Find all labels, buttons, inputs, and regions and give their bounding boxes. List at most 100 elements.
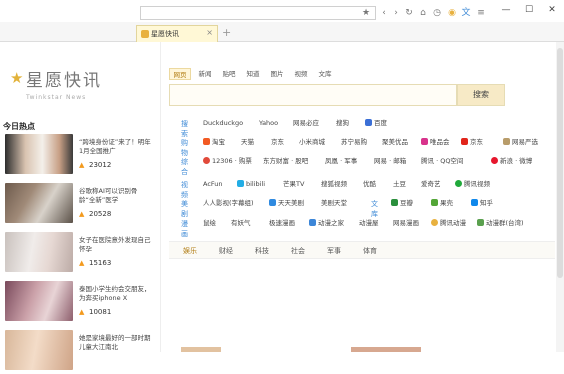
forward-icon[interactable]: › — [391, 8, 401, 18]
bookmark-star-icon[interactable]: ★ — [361, 8, 371, 18]
nav-link-vip[interactable]: 唯品会 — [421, 138, 450, 147]
tab-images[interactable]: 图片 — [267, 68, 287, 80]
tab-web[interactable]: 网页 — [169, 68, 191, 80]
nav-link-tencent-comic[interactable]: 腾讯动漫 — [431, 219, 466, 228]
extension-icon[interactable]: ◉ — [447, 8, 457, 18]
news-thumbnail[interactable] — [5, 330, 73, 370]
nav-link-yanxuan[interactable]: 网易严选 — [503, 138, 538, 147]
nav-link-guokr[interactable]: 果壳 — [431, 199, 453, 208]
search-button[interactable]: 搜索 — [457, 84, 505, 106]
nav-link[interactable]: 动漫屋 — [359, 219, 379, 228]
news-title[interactable]: 泰国小学生约会交朋友，为奔买iphone X — [79, 285, 153, 303]
nav-link[interactable]: Duckduckgo — [203, 119, 243, 128]
news-item[interactable]: 谷歌称AI可以识别骨龄“全新”医学 ▲ 20528 — [5, 183, 155, 227]
nav-link[interactable]: 网易漫画 — [393, 219, 419, 228]
back-icon[interactable]: ‹ — [379, 8, 389, 18]
nav-link[interactable]: 极速漫画 — [269, 219, 295, 228]
nav-link[interactable]: 网易 · 邮箱 — [374, 157, 406, 166]
nav-link-zhihu[interactable]: 知乎 — [471, 199, 493, 208]
content-image-strip[interactable] — [351, 347, 421, 352]
nav-link[interactable]: 美剧天堂 — [321, 199, 347, 208]
nav-link-dmzj[interactable]: 动漫之家 — [309, 219, 344, 228]
category-military[interactable]: 军事 — [327, 246, 341, 256]
category-finance[interactable]: 财经 — [219, 246, 233, 256]
brand-subtitle: Twinkstar News — [26, 94, 87, 101]
nav-link[interactable]: AcFun — [203, 180, 223, 189]
nav-link[interactable]: 京东 — [271, 138, 284, 147]
news-item[interactable]: 泰国小学生约会交朋友，为奔买iphone X ▲ 10081 — [5, 281, 155, 325]
news-thumbnail[interactable] — [5, 281, 73, 321]
tab-tieba[interactable]: 贴吧 — [219, 68, 239, 80]
nav-link[interactable]: 优酷 — [363, 180, 376, 189]
tab-news[interactable]: 新闻 — [195, 68, 215, 80]
content-image-strip[interactable] — [181, 347, 221, 352]
nav-row-label-wenku[interactable]: 文库 — [371, 199, 378, 219]
news-thumbnail[interactable] — [5, 183, 73, 223]
scrollbar[interactable] — [556, 42, 564, 352]
nav-link-12306[interactable]: 12306 · 购票 — [203, 157, 252, 166]
nav-link[interactable]: 有妖气 — [231, 219, 251, 228]
category-entertainment[interactable]: 娱乐 — [183, 246, 197, 256]
address-bar[interactable] — [140, 6, 376, 20]
news-item[interactable]: 她是家境最好的一部时期儿童大江南北 — [5, 330, 155, 374]
nav-link[interactable]: 爱奇艺 — [421, 180, 441, 189]
nav-link[interactable]: Yahoo — [259, 119, 278, 128]
nav-link-tencent-video[interactable]: 腾讯视频 — [455, 180, 490, 189]
nav-link[interactable]: 鼠绘 — [203, 219, 216, 228]
nav-link-comic-tw[interactable]: 动漫群(台湾) — [477, 219, 524, 228]
nav-link[interactable]: 人人影视(字幕组) — [203, 199, 254, 208]
news-title[interactable]: “跨境身份证”来了！明年1月全国推广 — [79, 138, 153, 156]
minimize-button[interactable]: — — [500, 5, 512, 15]
nav-row-label: 视频 — [181, 181, 188, 199]
category-society[interactable]: 社会 — [291, 246, 305, 256]
tab-bar: 星愿快讯 × + — [0, 22, 564, 42]
refresh-icon[interactable]: ↻ — [404, 8, 414, 18]
news-item[interactable]: 女子在医院意外发现自己怀孕 ▲ 15163 — [5, 232, 155, 276]
nav-link[interactable]: 搜狐视频 — [321, 180, 347, 189]
search-input[interactable] — [169, 84, 457, 106]
news-thumbnail[interactable] — [5, 232, 73, 272]
nav-link[interactable]: 小米商城 — [299, 138, 325, 147]
category-tech[interactable]: 科技 — [255, 246, 269, 256]
close-window-button[interactable]: ✕ — [546, 5, 558, 15]
nav-link-jd[interactable]: 京东 — [461, 138, 483, 147]
news-title[interactable]: 女子在医院意外发现自己怀孕 — [79, 236, 153, 254]
new-tab-button[interactable]: + — [222, 26, 231, 39]
category-sports[interactable]: 体育 — [363, 246, 377, 256]
news-item[interactable]: “跨境身份证”来了！明年1月全国推广 ▲ 23012 — [5, 134, 155, 178]
tab-close-icon[interactable]: × — [206, 28, 213, 37]
nav-link[interactable]: 聚美优品 — [382, 138, 408, 147]
nav-link-baidu[interactable]: 百度 — [365, 119, 387, 128]
maximize-button[interactable]: ☐ — [523, 5, 535, 15]
nav-link-bilibili[interactable]: bilibili — [237, 180, 265, 189]
nav-link-qzone[interactable]: 腾讯 · QQ空间 — [421, 157, 463, 166]
translate-icon[interactable]: 文 — [461, 8, 471, 18]
nav-link[interactable]: 天猫 — [241, 138, 254, 147]
nav-link[interactable]: 凤凰 · 军事 — [325, 157, 357, 166]
nav-link-ttmj[interactable]: 天天美剧 — [269, 199, 304, 208]
nav-link[interactable]: 芒果TV — [283, 180, 304, 189]
sidebar: ★ 星愿快讯 Twinkstar News 今日热点 “跨境身份证”来了！明年1… — [0, 42, 160, 370]
history-icon[interactable]: ◷ — [432, 8, 442, 18]
home-icon[interactable]: ⌂ — [418, 8, 428, 18]
zhihu-icon — [471, 199, 478, 206]
nav-link-taobao[interactable]: 淘宝 — [203, 138, 225, 147]
tab-wenku[interactable]: 文库 — [315, 68, 335, 80]
nav-link-weibo[interactable]: 新浪 · 微博 — [491, 157, 532, 166]
menu-icon[interactable]: ≡ — [476, 8, 486, 18]
news-title[interactable]: 她是家境最好的一部时期儿童大江南北 — [79, 334, 153, 352]
news-thumbnail[interactable] — [5, 134, 73, 174]
tab-zhidao[interactable]: 知道 — [243, 68, 263, 80]
nav-link[interactable]: 网易必应 — [293, 119, 319, 128]
scrollbar-thumb[interactable] — [557, 48, 563, 278]
nav-link[interactable]: 东方财富 · 股吧 — [263, 157, 308, 166]
brand-logo[interactable]: 星愿快讯 — [26, 66, 102, 91]
nav-row-label: 漫画 — [181, 220, 188, 238]
nav-link[interactable]: 土豆 — [393, 180, 406, 189]
news-title[interactable]: 谷歌称AI可以识别骨龄“全新”医学 — [79, 187, 153, 205]
nav-link-douban[interactable]: 豆瓣 — [391, 199, 413, 208]
nav-link[interactable]: 搜狗 — [336, 119, 349, 128]
nav-link[interactable]: 苏宁易购 — [341, 138, 367, 147]
tab-xingyuan[interactable]: 星愿快讯 × — [136, 25, 218, 42]
tab-video[interactable]: 视频 — [291, 68, 311, 80]
